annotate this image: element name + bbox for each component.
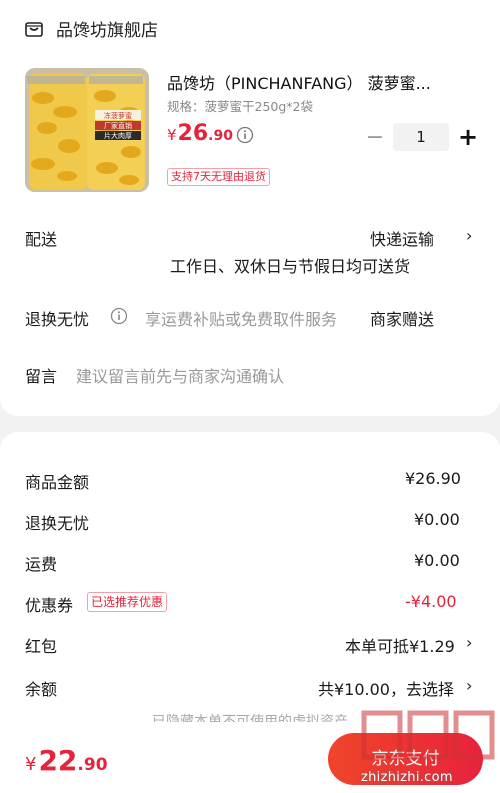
worry-free-value: 商家赠送 xyxy=(370,310,435,329)
total-symbol: ¥ xyxy=(25,754,37,775)
increase-quantity-button[interactable]: + xyxy=(453,123,483,151)
order-card: 品馋坊旗舰店 冻菠萝蜜 厂家直销 片大肉厚 品馋坊（PINCHANFANG） 菠… xyxy=(0,0,500,416)
total-decimal: .90 xyxy=(77,755,108,775)
coupon-value[interactable]: -¥4.00 xyxy=(405,592,457,611)
total-integer: 22 xyxy=(38,744,78,777)
store-icon xyxy=(25,21,43,37)
info-icon[interactable] xyxy=(110,307,128,325)
chevron-right-icon[interactable]: › xyxy=(466,676,472,695)
return-policy-tag: 支持7天无理由退货 xyxy=(167,168,270,186)
watermark-url: zhizhizhi.com xyxy=(361,770,453,785)
decrease-quantity-button[interactable]: − xyxy=(360,123,390,151)
chevron-right-icon[interactable]: › xyxy=(466,633,472,652)
shipping-fee-value: ¥0.00 xyxy=(414,551,460,570)
worry-free-fee-value: ¥0.00 xyxy=(414,510,460,529)
image-label-2: 厂家直销 xyxy=(104,121,132,130)
image-label-3: 片大肉厚 xyxy=(104,131,132,140)
goods-amount-value: ¥26.90 xyxy=(405,469,461,488)
price-symbol: ¥ xyxy=(167,126,177,144)
message-input[interactable]: 建议留言前先与商家沟通确认 xyxy=(76,363,284,387)
balance-label: 余额 xyxy=(25,680,58,699)
product-spec[interactable]: 规格：菠萝蜜干250g*2袋 xyxy=(167,96,313,115)
quantity-stepper: − 1 + xyxy=(360,123,483,151)
balance-value[interactable]: 共¥10.00，去选择 xyxy=(318,676,454,700)
chevron-right-icon[interactable]: › xyxy=(466,226,472,245)
coupon-tag: 已选推荐优惠 xyxy=(87,592,168,612)
shipping-fee-label: 运费 xyxy=(25,555,58,574)
red-packet-value[interactable]: 本单可抵¥1.29 xyxy=(345,633,455,657)
product-image[interactable]: 冻菠萝蜜 厂家直销 片大肉厚 xyxy=(25,68,149,192)
product-price: ¥ 26 .90 xyxy=(167,121,233,146)
store-name: 品馋坊旗舰店 xyxy=(56,21,158,41)
worry-free-label: 退换无忧 xyxy=(25,310,90,329)
delivery-note: 工作日、双休日与节假日均可送货 xyxy=(170,257,411,276)
image-label-1: 冻菠萝蜜 xyxy=(104,111,132,120)
red-packet-label: 红包 xyxy=(25,637,58,656)
goods-amount-label: 商品金额 xyxy=(25,473,90,492)
message-label: 留言 xyxy=(25,367,58,386)
delivery-method[interactable]: 快递运输 xyxy=(370,226,434,250)
product-title[interactable]: 品馋坊（PINCHANFANG） 菠萝蜜... xyxy=(167,70,467,94)
info-icon[interactable] xyxy=(236,126,254,144)
price-integer: 26 xyxy=(177,121,209,146)
price-summary-card: 商品金额 ¥26.90 退换无忧 ¥0.00 运费 ¥0.00 优惠券 已选推荐… xyxy=(0,432,500,752)
worry-free-description: 享运费补贴或免费取件服务 xyxy=(145,310,338,329)
price-decimal: .90 xyxy=(208,128,233,144)
worry-free-fee-label: 退换无忧 xyxy=(25,514,90,533)
coupon-label: 优惠券 xyxy=(25,596,74,615)
quantity-value[interactable]: 1 xyxy=(393,123,449,151)
delivery-label: 配送 xyxy=(25,230,58,249)
total-price: ¥ 22 .90 xyxy=(25,744,108,777)
store-header[interactable]: 品馋坊旗舰店 xyxy=(24,16,158,41)
